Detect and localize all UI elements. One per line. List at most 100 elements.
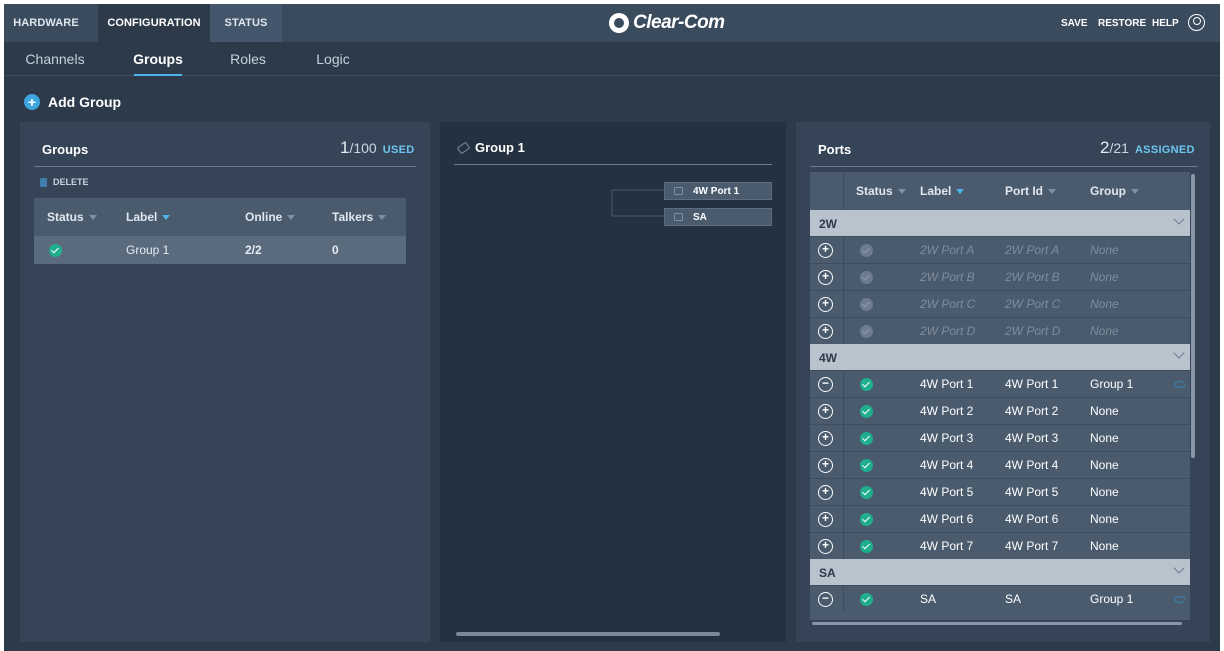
add-port-button[interactable]: + bbox=[818, 431, 833, 446]
group-cell: None bbox=[1090, 512, 1119, 526]
col-label[interactable]: Label bbox=[920, 172, 965, 210]
action-cell: + bbox=[810, 533, 844, 559]
chevron-down-icon[interactable] bbox=[1173, 347, 1185, 359]
plus-circle-icon: + bbox=[24, 94, 40, 110]
add-port-button[interactable]: + bbox=[818, 404, 833, 419]
group-cell: None bbox=[1090, 324, 1119, 338]
action-cell: − bbox=[810, 371, 844, 397]
add-port-button[interactable]: + bbox=[818, 539, 833, 554]
status-ok-icon bbox=[860, 592, 873, 606]
status-cell bbox=[860, 506, 873, 532]
save-button[interactable]: SAVE bbox=[1061, 4, 1088, 42]
status-ok-icon bbox=[49, 243, 62, 257]
eye-icon[interactable] bbox=[1174, 596, 1185, 603]
eye-icon[interactable] bbox=[1174, 381, 1185, 388]
sub-navigation: Channels Groups Roles Logic bbox=[4, 42, 1220, 76]
status-cell bbox=[860, 479, 873, 505]
table-row[interactable]: − SA SA Group 1 bbox=[810, 585, 1190, 612]
category-sa[interactable]: SA bbox=[810, 559, 1190, 585]
add-port-button[interactable]: + bbox=[818, 324, 833, 339]
restore-button[interactable]: RESTORE bbox=[1098, 4, 1146, 42]
table-row[interactable]: + 4W Port 5 4W Port 5 None bbox=[810, 478, 1190, 505]
port-id-cell: 4W Port 1 bbox=[1005, 377, 1059, 391]
add-port-button[interactable]: + bbox=[818, 297, 833, 312]
add-port-button[interactable]: + bbox=[818, 270, 833, 285]
ports-vertical-scrollbar[interactable] bbox=[1191, 174, 1195, 458]
help-button[interactable]: HELP bbox=[1152, 4, 1179, 42]
label-cell: Group 1 bbox=[126, 243, 170, 257]
canvas-node[interactable]: 4W Port 1 bbox=[664, 182, 772, 200]
label-cell: 2W Port B bbox=[920, 270, 975, 284]
add-port-button[interactable]: + bbox=[818, 458, 833, 473]
add-port-button[interactable]: + bbox=[818, 243, 833, 258]
group-cell: Group 1 bbox=[1090, 377, 1134, 391]
table-row[interactable]: + 2W Port D 2W Port D None bbox=[810, 317, 1190, 344]
table-row[interactable]: + 2W Port A 2W Port A None bbox=[810, 236, 1190, 263]
tab-hardware[interactable]: HARDWARE bbox=[4, 4, 88, 42]
action-cell: + bbox=[810, 318, 844, 344]
category-label: SA bbox=[819, 566, 836, 580]
logo-mark-icon bbox=[609, 13, 629, 33]
col-talkers[interactable]: Talkers bbox=[332, 198, 387, 236]
col-online[interactable]: Online bbox=[245, 198, 296, 236]
ports-horizontal-scrollbar[interactable] bbox=[812, 622, 1182, 625]
group-cell: None bbox=[1090, 270, 1119, 284]
chevron-down-icon[interactable] bbox=[1173, 562, 1185, 574]
logo-text: Clear-Com bbox=[633, 12, 725, 33]
table-row[interactable]: − 4W Port 1 4W Port 1 Group 1 bbox=[810, 370, 1190, 397]
port-icon bbox=[674, 213, 683, 221]
col-status[interactable]: Status bbox=[47, 198, 97, 236]
group-cell: None bbox=[1090, 485, 1119, 499]
group-cell: None bbox=[1090, 243, 1119, 257]
group-canvas-panel: Group 1 4W Port 1 SA bbox=[440, 122, 786, 642]
trash-icon bbox=[40, 177, 47, 187]
add-port-button[interactable]: + bbox=[818, 485, 833, 500]
tab-channels[interactable]: Channels bbox=[25, 42, 84, 76]
tab-configuration[interactable]: CONFIGURATION bbox=[98, 4, 210, 42]
add-port-button[interactable]: + bbox=[818, 512, 833, 527]
col-status[interactable]: Status bbox=[856, 172, 906, 210]
table-row[interactable]: + 4W Port 6 4W Port 6 None bbox=[810, 505, 1190, 532]
category-4w[interactable]: 4W bbox=[810, 344, 1190, 370]
tab-groups[interactable]: Groups bbox=[133, 42, 183, 76]
status-cell bbox=[860, 264, 873, 290]
table-row[interactable]: Group 1 2/2 0 bbox=[34, 236, 406, 264]
remove-port-button[interactable]: − bbox=[818, 592, 833, 607]
table-row[interactable]: + 2W Port C 2W Port C None bbox=[810, 290, 1190, 317]
app-window: HARDWARE CONFIGURATION STATUS Clear-Com … bbox=[4, 4, 1220, 651]
user-account-icon[interactable] bbox=[1188, 14, 1205, 31]
ports-table: Status Label Port Id Group 2W + 2W Port … bbox=[810, 172, 1190, 620]
col-port-id[interactable]: Port Id bbox=[1005, 172, 1056, 210]
table-row[interactable]: + 4W Port 3 4W Port 3 None bbox=[810, 424, 1190, 451]
ports-assigned-counter: 2 /21 ASSIGNED bbox=[1100, 138, 1195, 158]
canvas-node[interactable]: SA bbox=[664, 208, 772, 226]
table-row[interactable]: + 4W Port 4 4W Port 4 None bbox=[810, 451, 1190, 478]
category-2w[interactable]: 2W bbox=[810, 210, 1190, 236]
category-label: 4W bbox=[819, 351, 837, 365]
status-ok-icon bbox=[860, 431, 873, 445]
chevron-down-icon[interactable] bbox=[1173, 213, 1185, 225]
tab-status[interactable]: STATUS bbox=[210, 4, 282, 42]
tab-roles[interactable]: Roles bbox=[229, 42, 267, 76]
groups-divider bbox=[34, 166, 416, 167]
add-group-button[interactable]: + Add Group bbox=[24, 92, 121, 112]
groups-table: Status Label Online Talkers Group 1 2/2 … bbox=[34, 198, 406, 264]
col-group[interactable]: Group bbox=[1090, 172, 1139, 210]
col-label[interactable]: Label bbox=[126, 198, 171, 236]
group-cell: None bbox=[1090, 404, 1119, 418]
delete-button[interactable]: DELETE bbox=[40, 177, 89, 187]
table-row[interactable]: + 4W Port 2 4W Port 2 None bbox=[810, 397, 1190, 424]
canvas-title-text: Group 1 bbox=[475, 140, 525, 155]
status-cell bbox=[860, 398, 873, 424]
remove-port-button[interactable]: − bbox=[818, 377, 833, 392]
action-cell: − bbox=[810, 586, 844, 612]
canvas-horizontal-scrollbar[interactable] bbox=[456, 632, 720, 636]
table-row[interactable]: + 2W Port B 2W Port B None bbox=[810, 263, 1190, 290]
status-offline-icon bbox=[860, 243, 873, 257]
add-group-label: Add Group bbox=[48, 94, 122, 110]
label-cell: 2W Port A bbox=[920, 243, 975, 257]
sort-icon bbox=[1131, 188, 1139, 194]
tab-logic[interactable]: Logic bbox=[315, 42, 351, 76]
label-cell: 4W Port 2 bbox=[920, 404, 974, 418]
table-row[interactable]: + 4W Port 7 4W Port 7 None bbox=[810, 532, 1190, 559]
